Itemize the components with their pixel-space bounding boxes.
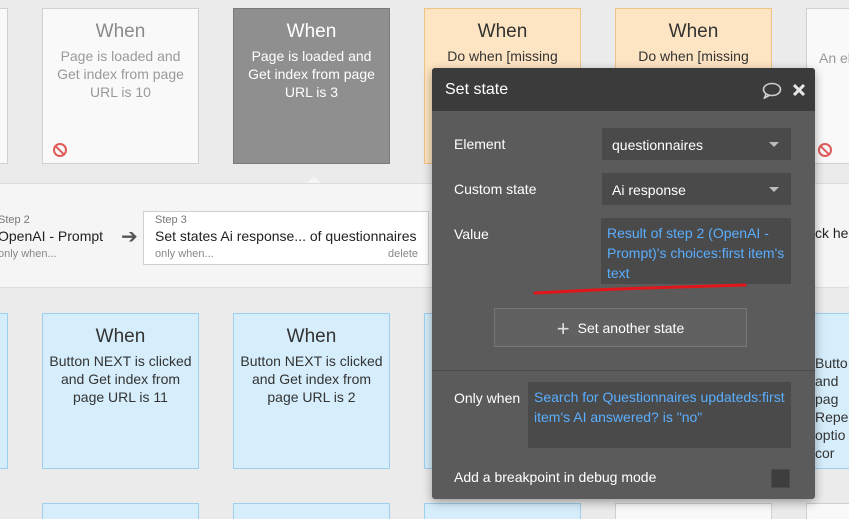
event-card[interactable] — [424, 503, 581, 519]
plus-icon: + — [556, 316, 570, 341]
only-when-expression-field[interactable]: Search for Questionnaires updateds:first… — [528, 382, 791, 448]
step-label: Step 3 — [155, 214, 187, 226]
element-dropdown[interactable]: questionnaires — [602, 128, 791, 160]
set-another-state-label: Set another state — [577, 320, 685, 336]
event-card-title: When — [668, 21, 719, 42]
step-3-action[interactable]: Step 3 Set states Ai response... of ques… — [143, 211, 429, 265]
breakpoint-label: Add a breakpoint in debug mode — [454, 469, 657, 485]
set-another-state-button[interactable]: + Set another state — [494, 308, 747, 347]
chevron-down-icon — [769, 187, 779, 192]
chevron-down-icon — [769, 142, 779, 147]
step-only-when: only when... — [155, 248, 214, 260]
custom-state-dropdown-value: Ai response — [612, 182, 686, 198]
ban-icon — [53, 143, 67, 157]
event-card[interactable]: When Button NEXT is clicked and Get inde… — [42, 313, 199, 469]
event-card[interactable] — [233, 503, 390, 519]
arrow-right-icon: ➔ — [121, 226, 138, 248]
event-card[interactable] — [806, 503, 849, 519]
event-card-description: Button NEXT is clicked and Get index fro… — [240, 353, 383, 405]
ban-icon — [818, 143, 832, 157]
value-label: Value — [454, 226, 489, 242]
event-card-title: When — [95, 326, 146, 347]
element-label: Element — [454, 136, 506, 152]
event-card-description: Do when [missing — [447, 48, 558, 64]
annotation-underline — [533, 283, 747, 295]
value-expression-field[interactable]: Result of step 2 (OpenAI - Prompt)'s cho… — [601, 218, 791, 284]
close-icon[interactable] — [793, 84, 805, 96]
event-card-title: When — [477, 21, 528, 42]
event-card-title: When — [95, 21, 146, 42]
custom-state-dropdown[interactable]: Ai response — [602, 173, 791, 205]
event-card-description: Page is loaded and Get index from page U… — [248, 48, 375, 100]
dialog-title: Set state — [445, 81, 509, 98]
event-card-description: Do when [missing — [638, 48, 749, 64]
event-card-selected[interactable]: When Page is loaded and Get index from p… — [233, 8, 390, 164]
event-card-title: When — [286, 21, 337, 42]
custom-state-label: Custom state — [454, 181, 537, 197]
only-when-label: Only when — [454, 390, 521, 406]
breakpoint-checkbox[interactable] — [771, 469, 790, 488]
step-title: OpenAI - Prompt — [0, 228, 104, 244]
event-card-description: Page is loaded and Get index from page U… — [57, 48, 184, 100]
event-card[interactable] — [615, 503, 772, 519]
delete-link[interactable]: delete — [388, 248, 418, 260]
event-card[interactable] — [0, 313, 8, 469]
element-dropdown-value: questionnaires — [612, 137, 704, 153]
step-title: Set states Ai response... of questionnai… — [155, 228, 417, 244]
event-card[interactable] — [42, 503, 199, 519]
comment-icon[interactable] — [762, 82, 782, 99]
step-only-when: only when... — [0, 248, 57, 260]
step-label: Step 2 — [0, 214, 30, 226]
event-card[interactable] — [0, 8, 8, 164]
event-card[interactable]: When Button NEXT is clicked and Get inde… — [233, 313, 390, 469]
step-4-partial-text: ck he — [815, 225, 849, 241]
event-card-description: Button NEXT is clicked and Get index fro… — [49, 353, 192, 405]
dialog-header: Set state — [432, 68, 815, 111]
event-card[interactable]: When Page is loaded and Get index from p… — [42, 8, 199, 164]
event-card-description: An el — [819, 50, 849, 66]
divider — [432, 370, 815, 371]
event-card-title: When — [286, 326, 337, 347]
